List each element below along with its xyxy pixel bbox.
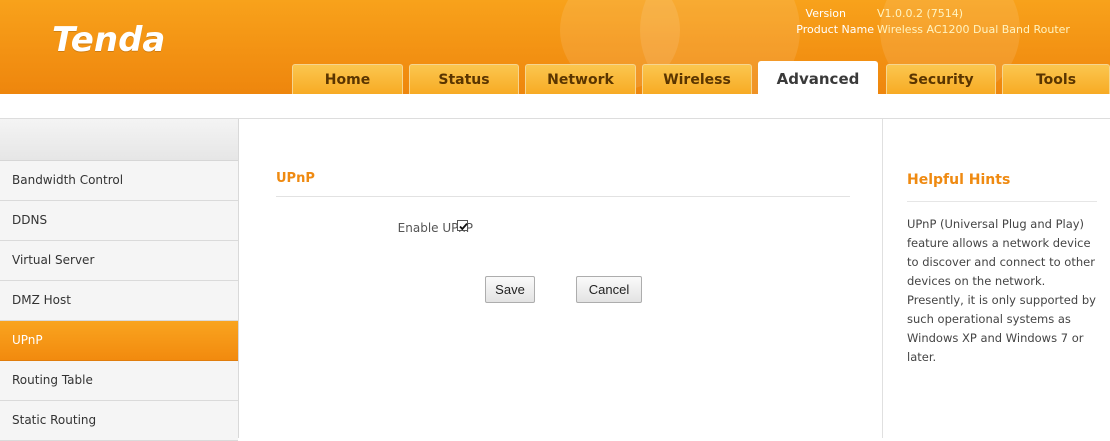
tenda-logo[interactable]: Tenda	[52, 20, 165, 60]
tab-wireless[interactable]: Wireless	[642, 64, 752, 94]
header-spacer	[0, 94, 1110, 119]
sidebar-item-ddns[interactable]: DDNS	[0, 201, 238, 241]
product-name-label: Product Name	[796, 23, 874, 36]
section-title: UPnP	[276, 171, 315, 186]
header-bar: Tenda Version Product Name V1.0.0.2 (751…	[0, 0, 1110, 94]
version-values: V1.0.0.2 (7514) Wireless AC1200 Dual Ban…	[877, 6, 1070, 38]
sidebar-item-virtual-server[interactable]: Virtual Server	[0, 241, 238, 281]
tab-status[interactable]: Status	[409, 64, 519, 94]
tab-network[interactable]: Network	[525, 64, 636, 94]
hints-text: UPnP (Universal Plug and Play) feature a…	[907, 217, 1096, 364]
sidebar-item-upnp[interactable]: UPnP	[0, 321, 238, 361]
sidebar-item-static-routing[interactable]: Static Routing	[0, 401, 238, 441]
tab-advanced[interactable]: Advanced	[758, 61, 878, 94]
version-value: V1.0.0.2 (7514)	[877, 7, 964, 20]
section-divider	[276, 196, 850, 197]
hints-title: Helpful Hints	[907, 172, 1011, 188]
sidebar-item-dmz-host[interactable]: DMZ Host	[0, 281, 238, 321]
sidebar-header	[0, 119, 238, 161]
sidebar-item-routing-table[interactable]: Routing Table	[0, 361, 238, 401]
product-name-value: Wireless AC1200 Dual Band Router	[877, 23, 1070, 36]
save-button[interactable]: Save	[485, 276, 535, 303]
version-labels: Version Product Name	[784, 6, 874, 38]
cancel-button[interactable]: Cancel	[576, 276, 642, 303]
checkmark-icon	[459, 223, 468, 231]
tab-tools[interactable]: Tools	[1002, 64, 1110, 94]
helpful-hints-panel: Helpful Hints UPnP (Universal Plug and P…	[882, 119, 1110, 438]
tab-security[interactable]: Security	[886, 64, 996, 94]
main-content: UPnP Enable UPnP Save Cancel	[239, 119, 882, 438]
enable-upnp-checkbox[interactable]	[457, 220, 468, 231]
tab-home[interactable]: Home	[292, 64, 403, 94]
version-label: Version	[805, 7, 846, 20]
sidebar-item-bandwidth-control[interactable]: Bandwidth Control	[0, 161, 238, 201]
sidebar: Bandwidth Control DDNS Virtual Server DM…	[0, 119, 239, 441]
enable-upnp-label: Enable UPnP	[397, 221, 473, 235]
hints-divider	[907, 201, 1097, 202]
